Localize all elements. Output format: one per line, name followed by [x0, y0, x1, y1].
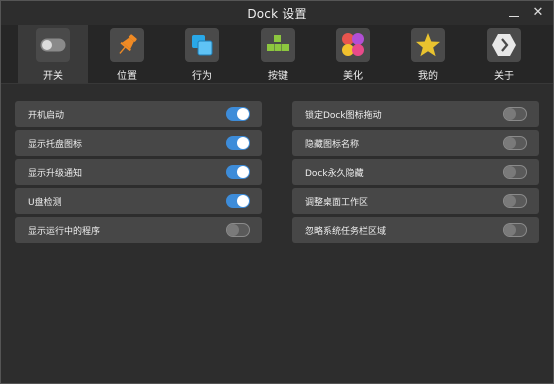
- pin-icon: [110, 28, 144, 62]
- tray-icon-toggle[interactable]: [226, 136, 250, 150]
- option-row-permanent-hide: Dock永久隐藏: [292, 159, 539, 185]
- minimize-button[interactable]: [507, 4, 521, 20]
- tab-label: 位置: [117, 71, 137, 82]
- option-label: 调整桌面工作区: [305, 197, 369, 208]
- option-row-hide-names: 隐藏图标名称: [292, 130, 539, 156]
- option-label: Dock永久隐藏: [305, 168, 364, 179]
- option-label: 显示升级通知: [28, 168, 83, 179]
- toggle-knob: [237, 166, 249, 178]
- tab-label: 开关: [43, 71, 63, 82]
- tab-label: 行为: [192, 71, 212, 82]
- option-row-tray-icon: 显示托盘图标: [15, 130, 262, 156]
- settings-window: Dock 设置 ✕ 开关 位置 行为 按键 美化 我的 关于 开机启动 显示托盘…: [0, 0, 554, 384]
- running-apps-toggle[interactable]: [226, 223, 250, 237]
- option-row-running-apps: 显示运行中的程序: [15, 217, 262, 243]
- toggle-knob: [504, 195, 516, 207]
- option-label: 忽略系统任务栏区域: [305, 226, 387, 237]
- tab-beautify[interactable]: 美化: [318, 25, 388, 83]
- option-row-usb-detect: U盘检测: [15, 188, 262, 214]
- option-row-lock-drag: 锁定Dock图标拖动: [292, 101, 539, 127]
- tab-about[interactable]: 关于: [469, 25, 539, 83]
- option-row-autostart: 开机启动: [15, 101, 262, 127]
- option-label: 显示托盘图标: [28, 139, 83, 150]
- toggle-knob: [504, 166, 516, 178]
- tab-mine[interactable]: 我的: [393, 25, 463, 83]
- toggle-icon: [36, 28, 70, 62]
- layers-icon: [185, 28, 219, 62]
- tab-label: 我的: [418, 71, 438, 82]
- close-button[interactable]: ✕: [531, 4, 545, 20]
- palette-icon: [336, 28, 370, 62]
- option-label: 隐藏图标名称: [305, 139, 360, 150]
- tab-switches[interactable]: 开关: [18, 25, 88, 83]
- autostart-toggle[interactable]: [226, 107, 250, 121]
- tab-position[interactable]: 位置: [92, 25, 162, 83]
- toggle-knob: [227, 224, 239, 236]
- option-label: 锁定Dock图标拖动: [305, 110, 382, 121]
- hide-names-toggle[interactable]: [503, 136, 527, 150]
- option-row-ignore-taskbar: 忽略系统任务栏区域: [292, 217, 539, 243]
- update-notice-toggle[interactable]: [226, 165, 250, 179]
- option-label: 开机启动: [28, 110, 65, 121]
- tab-bar: 开关 位置 行为 按键 美化 我的 关于: [1, 25, 553, 84]
- tab-label: 美化: [343, 71, 363, 82]
- option-label: U盘检测: [28, 197, 62, 208]
- permanent-hide-toggle[interactable]: [503, 165, 527, 179]
- close-icon: ✕: [532, 4, 544, 20]
- tab-label: 关于: [494, 71, 514, 82]
- star-icon: [411, 28, 445, 62]
- tab-label: 按键: [268, 71, 288, 82]
- tab-behavior[interactable]: 行为: [167, 25, 237, 83]
- toggle-knob: [237, 108, 249, 120]
- lock-drag-toggle[interactable]: [503, 107, 527, 121]
- usb-detect-toggle[interactable]: [226, 194, 250, 208]
- minimize-icon: [509, 16, 519, 17]
- workarea-toggle[interactable]: [503, 194, 527, 208]
- ignore-taskbar-toggle[interactable]: [503, 223, 527, 237]
- toggle-knob: [504, 224, 516, 236]
- hexagon-icon: [487, 28, 521, 62]
- toggle-knob: [237, 195, 249, 207]
- toggle-knob: [504, 137, 516, 149]
- option-label: 显示运行中的程序: [28, 226, 101, 237]
- toggle-knob: [504, 108, 516, 120]
- title-bar: Dock 设置 ✕: [1, 1, 553, 25]
- option-row-workarea: 调整桌面工作区: [292, 188, 539, 214]
- option-row-update-notice: 显示升级通知: [15, 159, 262, 185]
- tab-keys[interactable]: 按键: [243, 25, 313, 83]
- toggle-knob: [237, 137, 249, 149]
- window-title: Dock 设置: [247, 6, 307, 21]
- keys-icon: [261, 28, 295, 62]
